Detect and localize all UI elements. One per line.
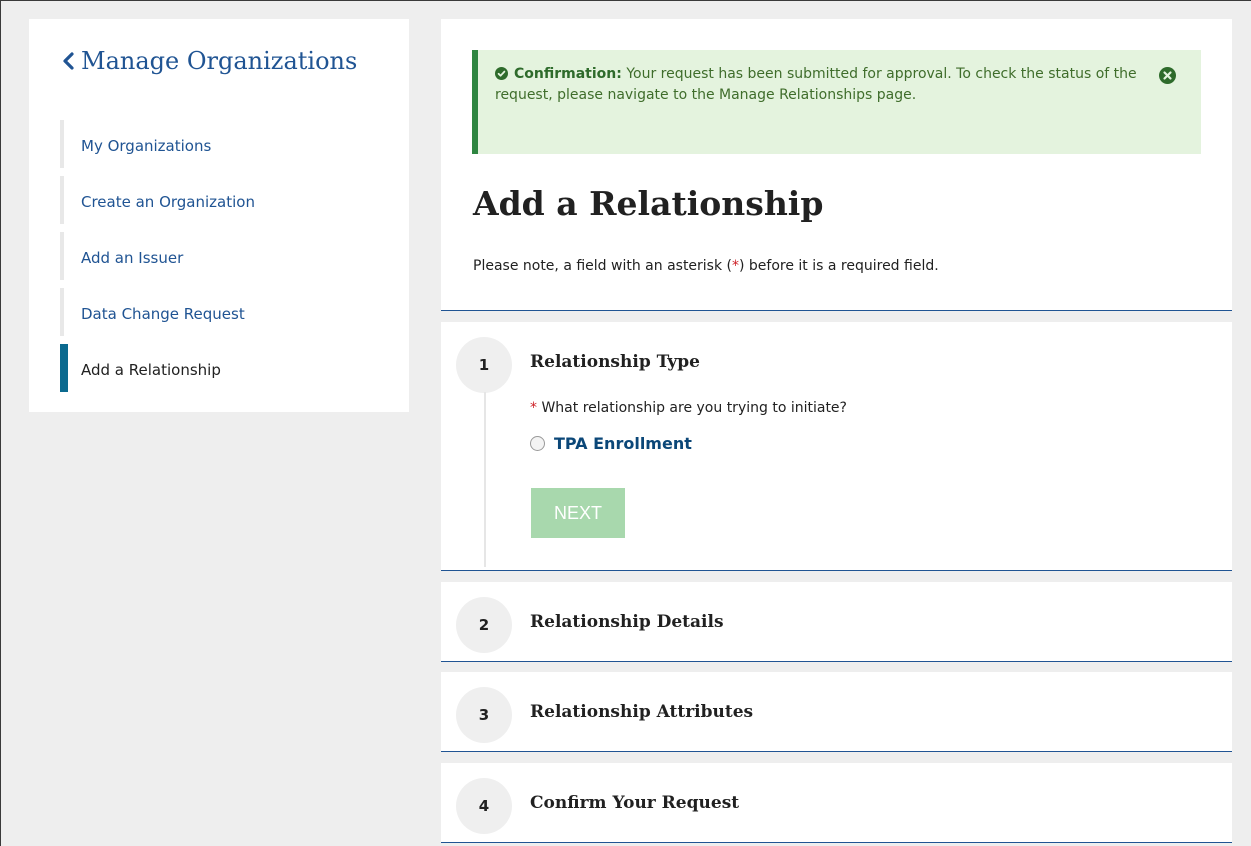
sidebar-item-my-organizations[interactable]: My Organizations (60, 120, 390, 168)
sidebar-item-add-issuer[interactable]: Add an Issuer (60, 232, 390, 280)
step-relationship-details[interactable]: 2 Relationship Details (441, 582, 1232, 662)
step-title: Relationship Attributes (530, 702, 754, 722)
sidebar-item-data-change-request[interactable]: Data Change Request (60, 288, 390, 336)
note-asterisk: * (732, 258, 739, 274)
step-relationship-attributes[interactable]: 3 Relationship Attributes (441, 672, 1232, 752)
step-number: 3 (456, 687, 512, 743)
sidebar-title: Manage Organizations (81, 47, 358, 75)
step-relationship-type: 1 Relationship Type * What relationship … (441, 322, 1232, 571)
chevron-left-icon (61, 52, 75, 70)
sidebar-item-add-relationship[interactable]: Add a Relationship (60, 344, 390, 392)
relationship-question: * What relationship are you trying to in… (530, 400, 847, 416)
step-connector-line (484, 392, 486, 567)
step-title: Confirm Your Request (530, 793, 740, 813)
question-text: What relationship are you trying to init… (541, 400, 847, 416)
alert-lead: Confirmation: (514, 66, 622, 82)
next-button[interactable]: NEXT (531, 488, 625, 538)
step-number: 4 (456, 778, 512, 834)
check-circle-icon (495, 67, 508, 86)
window-border-top (0, 0, 1251, 1)
tpa-enrollment-label[interactable]: TPA Enrollment (554, 434, 692, 453)
tpa-enrollment-option[interactable]: TPA Enrollment (530, 434, 692, 453)
note-text-after: ) before it is a required field. (739, 258, 939, 274)
confirmation-alert: Confirmation: Your request has been subm… (472, 50, 1201, 154)
tpa-enrollment-radio[interactable] (530, 436, 545, 451)
page-title: Add a Relationship (473, 184, 824, 223)
required-field-note: Please note, a field with an asterisk (*… (473, 258, 939, 274)
sidebar-nav: My Organizations Create an Organization … (60, 120, 390, 400)
sidebar-item-create-organization[interactable]: Create an Organization (60, 176, 390, 224)
step-number: 1 (456, 337, 512, 393)
back-to-manage-organizations-link[interactable]: Manage Organizations (61, 47, 357, 75)
note-text-before: Please note, a field with an asterisk ( (473, 258, 732, 274)
sidebar: Manage Organizations My Organizations Cr… (29, 19, 409, 412)
step-title: Relationship Type (530, 352, 700, 372)
step-confirm-request[interactable]: 4 Confirm Your Request (441, 763, 1232, 843)
step-title: Relationship Details (530, 612, 724, 632)
close-alert-icon[interactable] (1159, 67, 1176, 90)
required-asterisk: * (530, 400, 537, 416)
step-number: 2 (456, 597, 512, 653)
window-border-left (0, 0, 1, 846)
main-header-card: Confirmation: Your request has been subm… (441, 19, 1232, 311)
